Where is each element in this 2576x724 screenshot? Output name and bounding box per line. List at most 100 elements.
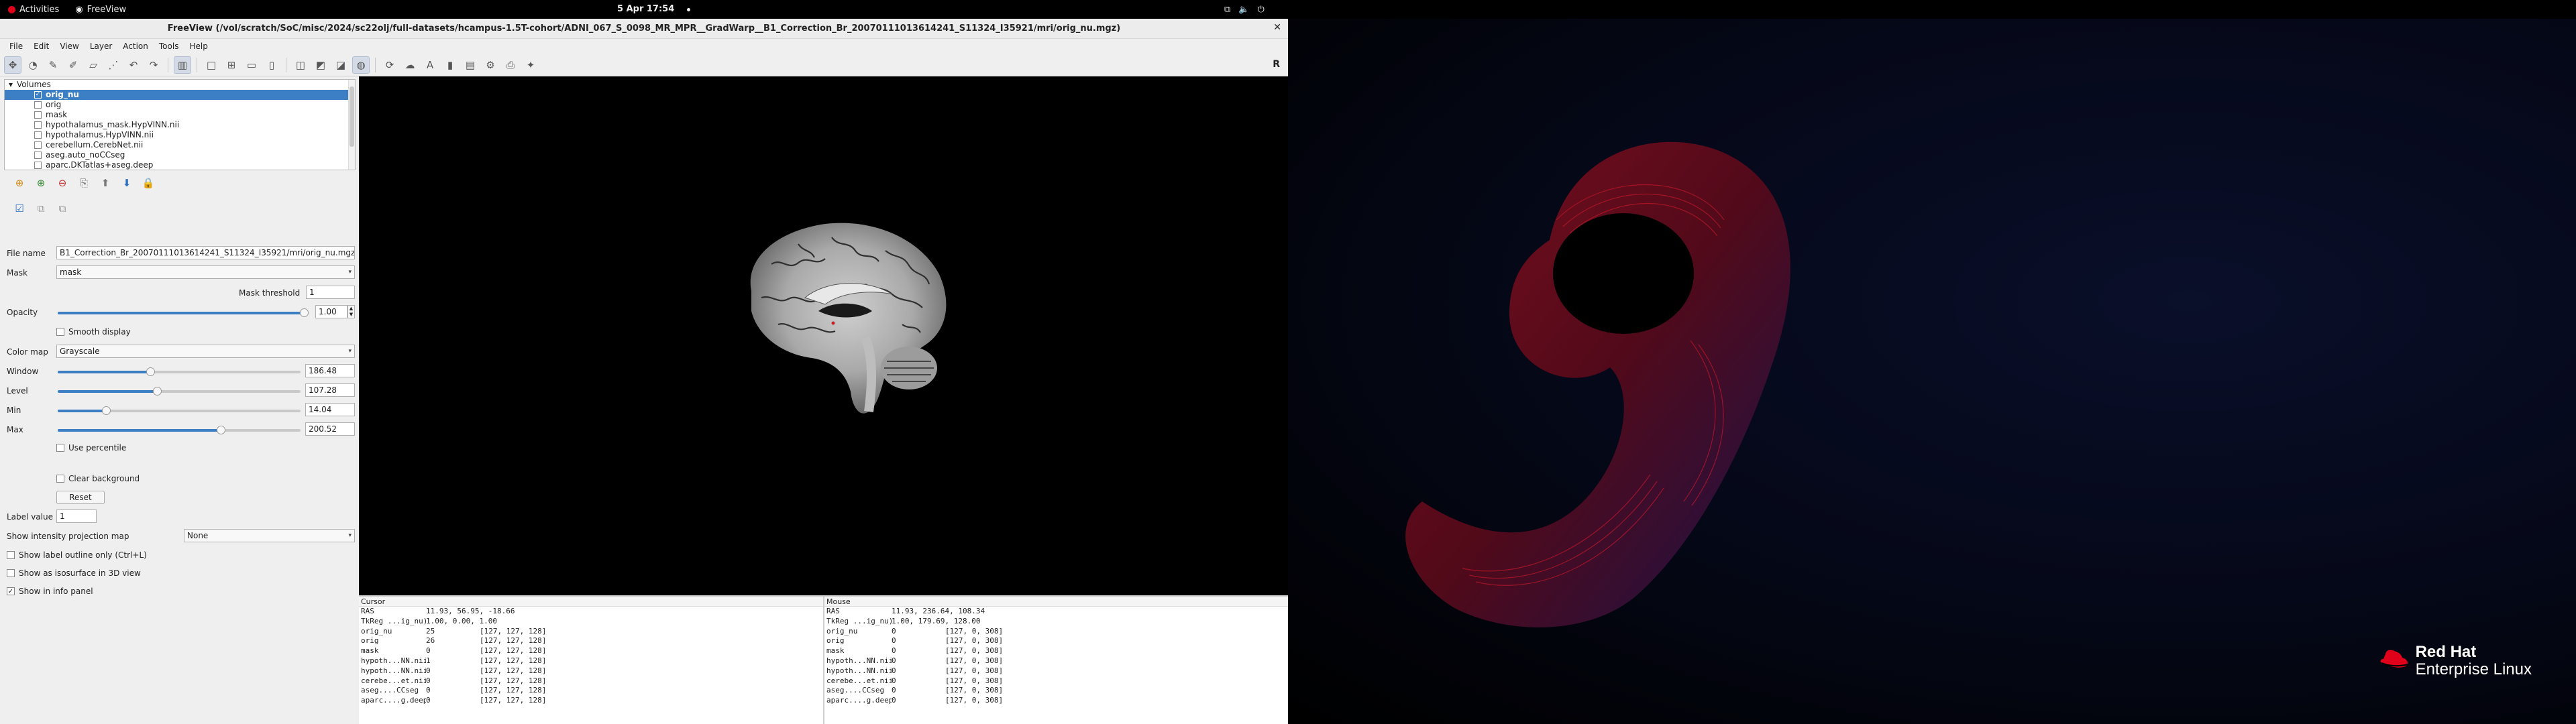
layout-1x3-log-icon[interactable]: ▯ — [263, 56, 280, 74]
opacity-slider[interactable] — [58, 308, 309, 317]
max-field[interactable]: 200.52 — [305, 422, 355, 436]
mask-select[interactable]: mask ▾ — [56, 265, 355, 279]
layer-item[interactable]: aparc.DKTatlas+aseg.deep — [5, 160, 355, 170]
opacity-spinner[interactable]: ▲ ▼ — [347, 305, 355, 318]
min-field[interactable]: 14.04 — [305, 403, 355, 416]
info-row[interactable]: TkReg ...ig_nu) 1.00, 179.69, 128.00 — [824, 617, 1288, 627]
menu-view[interactable]: View — [54, 40, 84, 52]
info-row[interactable]: RAS 11.93, 236.64, 108.34 — [824, 607, 1288, 617]
info-row[interactable]: hypoth...NN.nii 0 [127, 0, 308] — [824, 656, 1288, 666]
projection-map-select[interactable]: None ▾ — [184, 529, 355, 542]
cursor-info-panel[interactable]: Cursor RAS 11.93, 56.95, -18.66 TkReg ...i… — [359, 597, 823, 724]
layer-visibility-checkbox[interactable] — [34, 111, 42, 119]
lock-icon[interactable]: 🔒 — [141, 176, 156, 190]
info-row[interactable]: aseg....CCseg 0 [127, 0, 308] — [824, 686, 1288, 696]
layout-1x3-icon[interactable]: ▥ — [174, 56, 191, 74]
menu-action[interactable]: Action — [117, 40, 154, 52]
layer-visibility-checkbox[interactable] — [34, 162, 42, 169]
network-icon[interactable]: ⧉ — [1224, 5, 1230, 15]
layout-2x2-icon[interactable]: ⊞ — [223, 56, 240, 74]
info-row[interactable]: cerebe...et.nii 0 [127, 0, 308] — [824, 676, 1288, 686]
clear-background-checkbox[interactable]: Clear background — [56, 474, 140, 483]
show-cursor-icon[interactable]: ☁ — [401, 56, 419, 74]
move-up-icon[interactable]: ⬆ — [98, 176, 113, 190]
pointset-edit-icon[interactable]: ⋰ — [105, 56, 122, 74]
window-titlebar[interactable]: FreeView (/vol/scratch/SoC/misc/2024/sc2… — [0, 19, 1288, 39]
3d-view-icon[interactable]: ◍ — [352, 56, 370, 74]
navigate-tool-icon[interactable]: ✥ — [4, 56, 21, 74]
info-row[interactable]: aseg....CCseg 0 [127, 127, 128] — [359, 686, 823, 696]
layer-item[interactable]: aseg.auto_noCCseg — [5, 150, 355, 160]
checkbox-box[interactable] — [56, 475, 64, 483]
layer-item[interactable]: cerebellum.CerebNet.nii — [5, 140, 355, 150]
label-outline-checkbox[interactable]: Show label outline only (Ctrl+L) — [7, 550, 147, 560]
roi-edit-icon[interactable]: ▱ — [85, 56, 102, 74]
toggle-panel-icon[interactable]: ▤ — [462, 56, 479, 74]
file-name-field[interactable]: B1_Correction_Br_20070111013614241_S1132… — [56, 246, 355, 259]
sync-icon[interactable]: ⚙ — [482, 56, 499, 74]
scroll-thumb[interactable] — [350, 86, 354, 147]
power-icon[interactable]: ⏻ — [1257, 5, 1264, 15]
layer-visibility-checkbox[interactable] — [34, 121, 42, 129]
color-map-select[interactable]: Grayscale ▾ — [56, 345, 355, 358]
level-field[interactable]: 107.28 — [305, 383, 355, 397]
max-slider[interactable] — [58, 426, 301, 434]
info-row[interactable]: RAS 11.93, 56.95, -18.66 — [359, 607, 823, 617]
layer-visibility-checkbox[interactable] — [34, 152, 42, 159]
layer-visibility-checkbox[interactable] — [34, 101, 42, 109]
info-row[interactable]: mask 0 [127, 127, 128] — [359, 646, 823, 656]
close-icon[interactable]: ✕ — [1273, 22, 1281, 33]
info-row[interactable]: orig_nu 0 [127, 0, 308] — [824, 627, 1288, 637]
annotation-icon[interactable]: A — [421, 56, 439, 74]
level-slider[interactable] — [58, 387, 301, 396]
clock[interactable]: 5 Apr 17:54 — [617, 0, 674, 19]
copy-setting-icon[interactable]: ⧉ — [34, 201, 48, 216]
recon-edit-icon[interactable]: ✐ — [64, 56, 82, 74]
isosurface-checkbox[interactable]: Show as isosurface in 3D view — [7, 568, 141, 578]
menu-tools[interactable]: Tools — [154, 40, 184, 52]
reset-button[interactable]: Reset — [56, 491, 105, 504]
layer-item[interactable]: hypothalamus.HypVINN.nii — [5, 130, 355, 140]
measure-tool-icon[interactable]: ◔ — [24, 56, 42, 74]
layer-visibility-checkbox[interactable] — [34, 141, 42, 149]
layer-group-volumes[interactable]: ▾ Volumes — [5, 80, 355, 90]
color-bar-icon[interactable]: ▮ — [441, 56, 459, 74]
undo-icon[interactable]: ↶ — [125, 56, 142, 74]
new-volume-icon[interactable]: ⊕ — [34, 176, 48, 190]
layout-1x1-icon[interactable]: □ — [203, 56, 220, 74]
layout-1x3-alt-icon[interactable]: ▭ — [243, 56, 260, 74]
info-row[interactable]: TkReg ...ig_nu) 1.00, 0.00, 1.00 — [359, 617, 823, 627]
mouse-info-panel[interactable]: Mouse RAS 11.93, 236.64, 108.34 TkReg ...i… — [824, 597, 1288, 724]
window-field[interactable]: 186.48 — [305, 364, 355, 377]
slider-handle[interactable] — [216, 426, 225, 434]
layer-list-scrollbar[interactable] — [348, 80, 355, 170]
checkbox-box[interactable] — [56, 328, 64, 336]
layer-item[interactable]: ✓ orig_nu — [5, 90, 355, 100]
sagittal-view-icon[interactable]: ◫ — [292, 56, 309, 74]
layer-item[interactable]: mask — [5, 110, 355, 120]
info-row[interactable]: mask 0 [127, 0, 308] — [824, 646, 1288, 656]
window-slider[interactable] — [58, 367, 301, 376]
slider-handle[interactable] — [153, 387, 162, 396]
slider-handle[interactable] — [102, 406, 111, 415]
volume-icon[interactable]: 🔈 — [1238, 5, 1249, 15]
render-view[interactable] — [359, 76, 1288, 595]
paste-setting-icon[interactable]: ⧉ — [55, 201, 70, 216]
info-row[interactable]: orig_nu 25 [127, 127, 128] — [359, 627, 823, 637]
min-slider[interactable] — [58, 406, 301, 415]
info-row[interactable]: orig 0 [127, 0, 308] — [824, 636, 1288, 646]
app-menu[interactable]: ◉ FreeView — [67, 5, 134, 15]
layer-item[interactable]: orig — [5, 100, 355, 110]
reset-view-icon[interactable]: ⟳ — [381, 56, 398, 74]
use-percentile-checkbox[interactable]: Use percentile — [56, 443, 126, 452]
layer-visibility-checkbox[interactable] — [34, 131, 42, 139]
menu-layer[interactable]: Layer — [85, 40, 117, 52]
label-value-field[interactable]: 1 — [56, 509, 97, 523]
menu-edit[interactable]: Edit — [28, 40, 54, 52]
smooth-display-checkbox[interactable]: Smooth display — [56, 327, 131, 337]
system-tray[interactable]: ⧉ 🔈 ⏻ — [1224, 0, 1265, 19]
layer-item[interactable]: hypothalamus_mask.HypVINN.nii — [5, 120, 355, 130]
menu-help[interactable]: Help — [184, 40, 213, 52]
slider-handle[interactable] — [299, 308, 309, 317]
info-row[interactable]: hypoth...NN.nii 0 [127, 127, 128] — [359, 666, 823, 676]
